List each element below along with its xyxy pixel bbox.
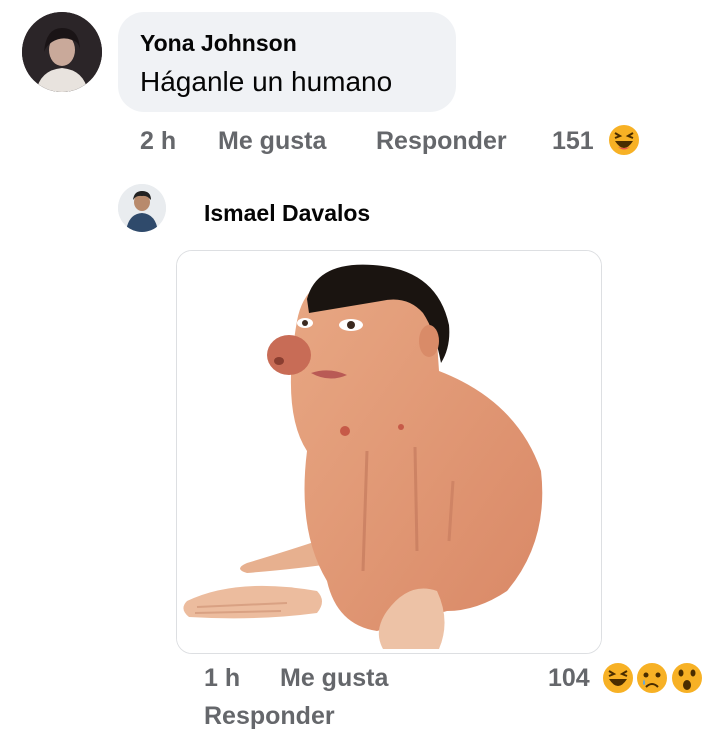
comment-text: Háganle un humano <box>140 66 393 97</box>
wow-emoji-icon <box>669 660 705 696</box>
like-button[interactable]: Me gusta <box>218 127 326 156</box>
reaction-count[interactable]: 151 <box>552 127 594 156</box>
reply-image[interactable] <box>176 250 602 654</box>
reply-like-button[interactable]: Me gusta <box>280 664 388 693</box>
laughing-emoji-icon <box>600 660 636 696</box>
sad-emoji-icon <box>634 660 670 696</box>
reply-author[interactable]: Ismael Davalos <box>204 200 370 227</box>
comment-author[interactable]: Yona Johnson <box>140 30 297 57</box>
comment-timestamp[interactable]: 2 h <box>140 127 176 156</box>
reply-reactions[interactable] <box>600 660 704 696</box>
reply-button[interactable]: Responder <box>376 127 507 156</box>
reactions[interactable] <box>606 122 641 158</box>
avatar-ismael-davalos[interactable] <box>118 184 166 232</box>
reply-reply-button[interactable]: Responder <box>204 702 335 731</box>
reply-reaction-count[interactable]: 104 <box>548 664 590 693</box>
reply-timestamp[interactable]: 1 h <box>204 664 240 693</box>
avatar-yona-johnson[interactable] <box>22 12 102 92</box>
laughing-emoji-icon <box>606 122 642 158</box>
